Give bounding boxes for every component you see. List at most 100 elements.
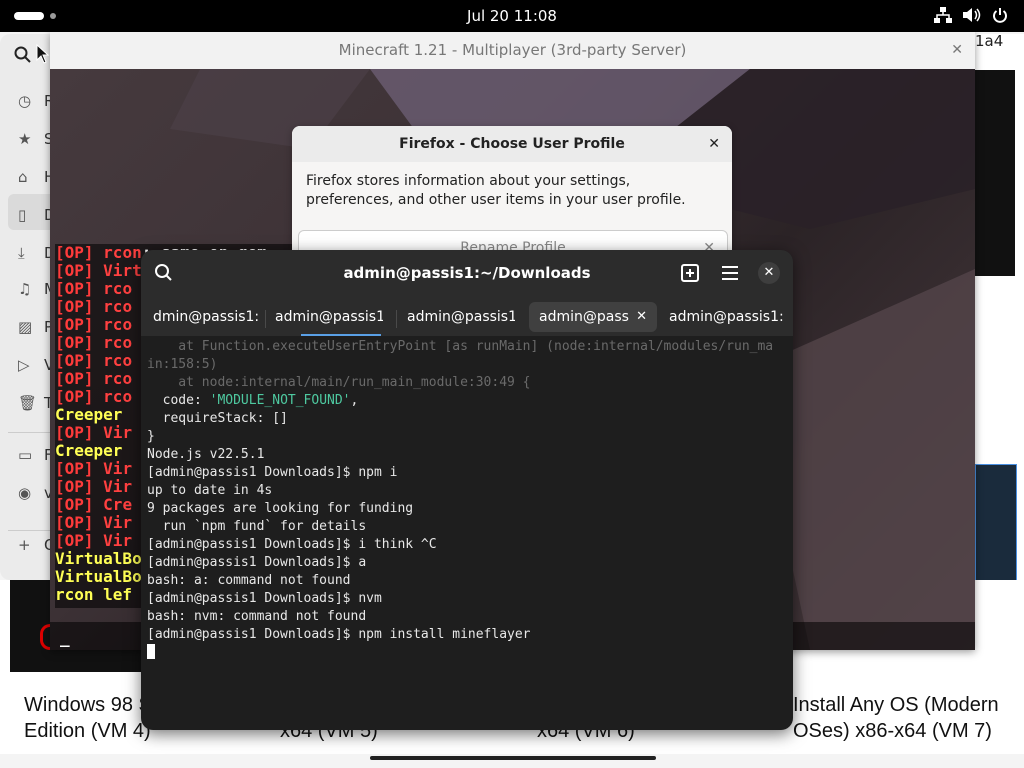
op-tag: [OP] bbox=[55, 514, 94, 532]
tab-activity-indicator bbox=[301, 334, 381, 336]
close-icon[interactable]: ✕ bbox=[708, 126, 720, 162]
power-icon[interactable] bbox=[992, 7, 1008, 27]
dialog-title: Firefox - Choose User Profile bbox=[399, 136, 625, 152]
terminal-tabbar: dmin@passis1: admin@passis1: admin@passi… bbox=[141, 296, 793, 336]
op-tag: [OP] bbox=[55, 352, 94, 370]
player-name: rco bbox=[103, 298, 133, 316]
home-indicator bbox=[370, 756, 656, 760]
sidebar-item[interactable]: ⌂H bbox=[18, 168, 55, 186]
video-icon: ▷ bbox=[18, 356, 30, 374]
terminal-line: requireStack: [] bbox=[147, 411, 288, 426]
sidebar-item[interactable]: 🗑 T bbox=[18, 394, 53, 412]
cursor bbox=[147, 644, 155, 659]
sidebar-item[interactable]: ▨ P bbox=[18, 318, 53, 336]
sidebar-item[interactable]: ▭ F bbox=[18, 446, 53, 464]
op-tag: [OP] bbox=[55, 298, 94, 316]
trash-icon: 🗑 bbox=[18, 394, 38, 412]
dialog-titlebar[interactable]: Firefox - Choose User Profile ✕ bbox=[292, 126, 732, 162]
home-icon: ⌂ bbox=[18, 168, 28, 186]
minecraft-titlebar[interactable]: Minecraft 1.21 - Multiplayer (3rd-party … bbox=[50, 32, 975, 69]
sidebar-item[interactable]: ★ S bbox=[18, 130, 54, 148]
player-name: Creeper bbox=[55, 442, 123, 460]
terminal-line: at node:internal/main/run_main_module:30… bbox=[147, 375, 531, 390]
op-tag: [OP] bbox=[55, 532, 94, 550]
network-icon[interactable] bbox=[934, 7, 952, 27]
music-icon: ♫ bbox=[18, 280, 32, 298]
terminal-output[interactable]: at Function.executeUserEntryPoint [as ru… bbox=[147, 338, 787, 724]
search-icon[interactable] bbox=[153, 262, 175, 284]
terminal-line: [admin@passis1 Downloads]$ i think ^C bbox=[147, 537, 437, 552]
sidebar-item[interactable]: ⤓D bbox=[18, 244, 56, 262]
window-title: Minecraft 1.21 - Multiplayer (3rd-party … bbox=[338, 41, 687, 59]
op-tag: [OP] bbox=[55, 334, 94, 352]
dialog-description: Firefox stores information about your se… bbox=[306, 173, 686, 208]
op-tag: [OP] bbox=[55, 316, 94, 334]
menu-icon[interactable] bbox=[719, 262, 741, 284]
terminal-line: code: 'MODULE_NOT_FOUND', bbox=[147, 393, 359, 408]
volume-icon[interactable] bbox=[962, 7, 982, 27]
player-name: Vir bbox=[103, 478, 133, 496]
terminal-tab[interactable]: admin@passis1: bbox=[397, 302, 515, 332]
top-bar: Jul 20 11:08 bbox=[0, 0, 1024, 32]
op-tag: [OP] bbox=[55, 370, 94, 388]
plus-icon: + bbox=[18, 536, 31, 554]
sidebar-item[interactable]: ▷V bbox=[18, 356, 54, 374]
close-icon[interactable]: ✕ bbox=[636, 302, 647, 332]
search-icon[interactable] bbox=[14, 46, 32, 68]
terminal-line: } bbox=[147, 429, 155, 444]
sidebar-item[interactable]: ▯D bbox=[18, 206, 56, 224]
download-icon: ⤓ bbox=[18, 244, 25, 262]
player-name: Vir bbox=[103, 424, 133, 442]
terminal-prompt-line[interactable] bbox=[147, 644, 787, 662]
terminal-headerbar[interactable]: admin@passis1:~/Downloads ✕ bbox=[141, 250, 793, 296]
vm-title-4[interactable]: Windows 98 S Edition (VM 4) bbox=[24, 692, 152, 744]
op-tag: [OP] bbox=[55, 496, 94, 514]
player-name: rcon bbox=[103, 244, 142, 262]
player-name: rco bbox=[103, 334, 133, 352]
terminal-line: [admin@passis1 Downloads]$ npm i bbox=[147, 465, 398, 480]
terminal-line: [admin@passis1 Downloads]$ npm install m… bbox=[147, 627, 531, 642]
player-name: rco bbox=[103, 388, 133, 406]
op-tag: [OP] bbox=[55, 460, 94, 478]
star-icon: ★ bbox=[18, 130, 32, 148]
player-name: rco bbox=[103, 352, 133, 370]
sidebar-item[interactable]: ♫M bbox=[18, 280, 57, 298]
terminal-tab[interactable]: admin@passis1: bbox=[659, 302, 783, 332]
terminal-line: [admin@passis1 Downloads]$ a bbox=[147, 555, 367, 570]
player-name: rco bbox=[103, 370, 133, 388]
terminal-tab[interactable]: dmin@passis1: bbox=[143, 302, 261, 332]
sidebar-item[interactable]: +O bbox=[18, 536, 56, 554]
op-tag: [OP] bbox=[55, 244, 94, 262]
player-name: rco bbox=[103, 280, 133, 298]
terminal-line: in:158:5) bbox=[147, 357, 218, 372]
terminal-line: Node.js v22.5.1 bbox=[147, 447, 265, 462]
close-icon[interactable]: ✕ bbox=[951, 32, 963, 68]
op-tag: [OP] bbox=[55, 388, 94, 406]
player-name: rcon lef bbox=[55, 586, 133, 604]
firefox-profile-dialog[interactable]: Firefox - Choose User Profile ✕ Firefox … bbox=[292, 126, 732, 266]
picture-icon: ▨ bbox=[18, 318, 33, 336]
clock[interactable]: Jul 20 11:08 bbox=[0, 7, 1024, 25]
player-name: Creeper bbox=[55, 406, 123, 424]
sidebar-item[interactable]: ◷R bbox=[18, 92, 54, 110]
op-tag: [OP] bbox=[55, 262, 94, 280]
terminal-window[interactable]: admin@passis1:~/Downloads ✕ dmin@passis1… bbox=[141, 250, 793, 730]
player-name: Vir bbox=[103, 514, 133, 532]
drive-icon: ▭ bbox=[18, 446, 33, 464]
op-tag: [OP] bbox=[55, 424, 94, 442]
terminal-tab-selected[interactable]: admin@pass ✕ bbox=[529, 302, 657, 332]
vm-title-7[interactable]: Install Any OS (Modern OSes) x86-x64 (VM… bbox=[793, 692, 999, 744]
player-name: Cre bbox=[103, 496, 133, 514]
new-tab-icon[interactable] bbox=[679, 262, 701, 284]
terminal-line: at Function.executeUserEntryPoint [as ru… bbox=[147, 339, 774, 354]
corner-text: 1a4 bbox=[975, 32, 1004, 50]
sidebar-item[interactable]: ◉ v bbox=[18, 484, 53, 502]
terminal-tab[interactable]: admin@passis1: bbox=[265, 302, 383, 332]
disc-icon: ◉ bbox=[18, 484, 32, 502]
player-name: Vir bbox=[103, 532, 133, 550]
close-icon[interactable]: ✕ bbox=[758, 262, 780, 284]
op-tag: [OP] bbox=[55, 478, 94, 496]
player-name: VirtualBo bbox=[55, 568, 142, 586]
terminal-line: bash: nvm: command not found bbox=[147, 609, 367, 624]
terminal-line: [admin@passis1 Downloads]$ nvm bbox=[147, 591, 382, 606]
